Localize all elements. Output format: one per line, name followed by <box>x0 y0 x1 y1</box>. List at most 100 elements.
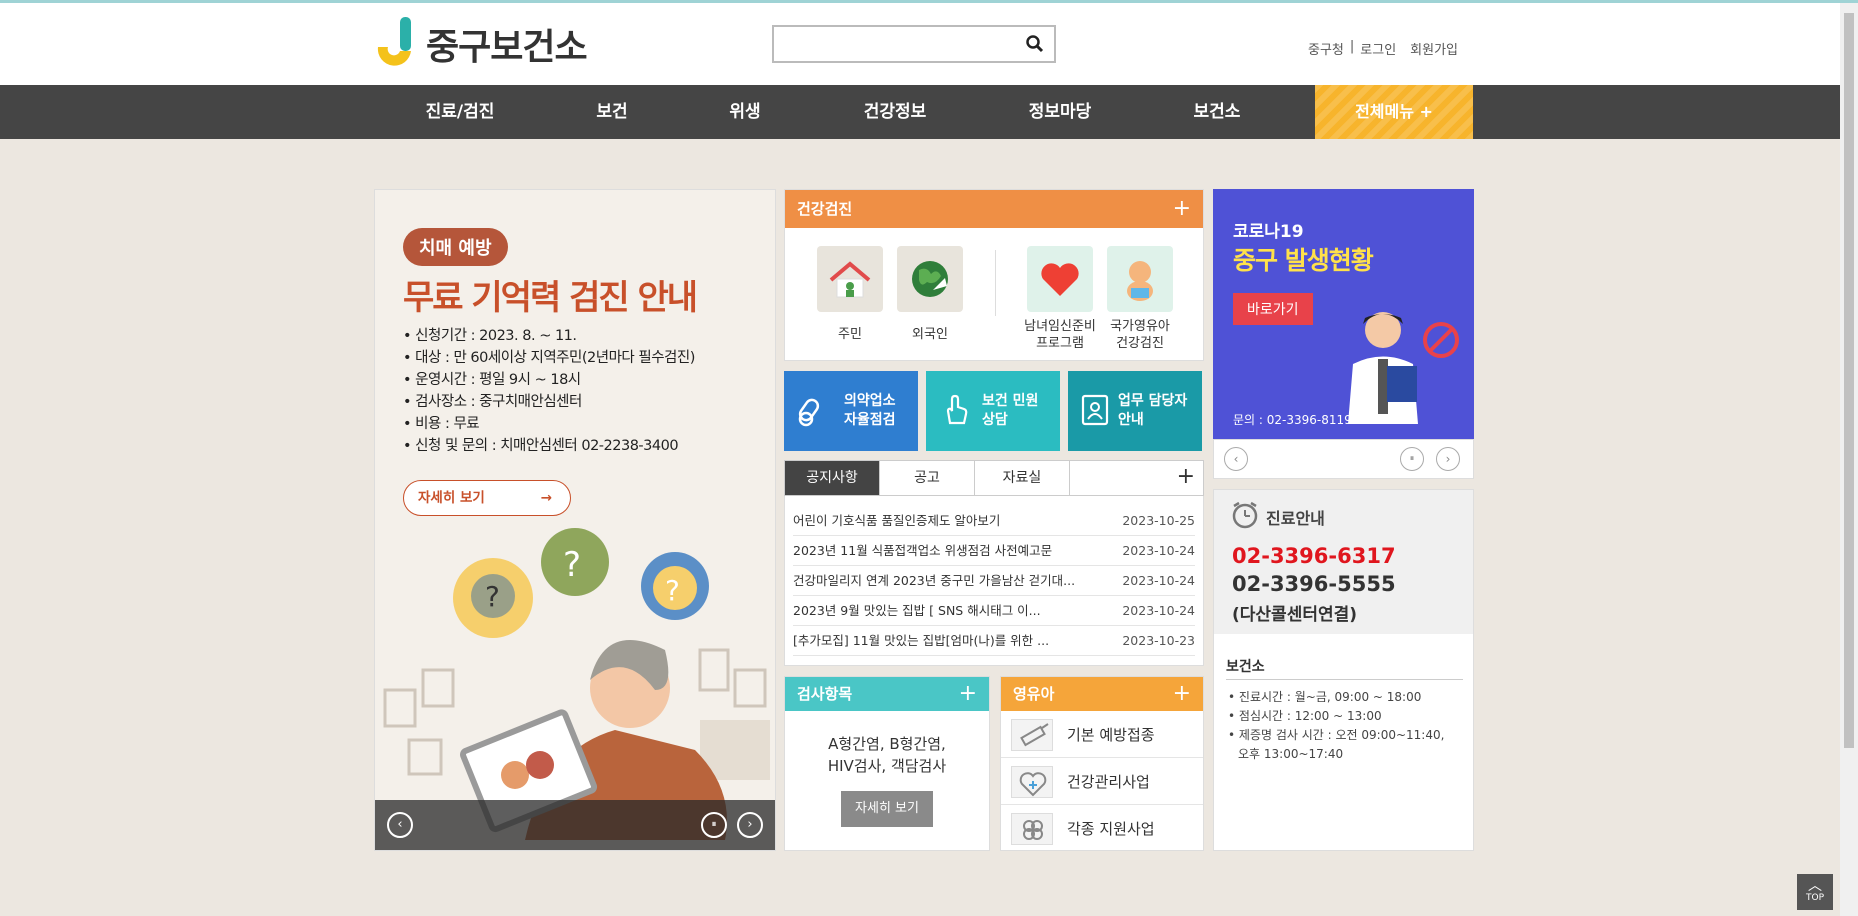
logo-text: 중구보건소 <box>426 27 588 68</box>
banner-badge: 치매 예방 <box>403 228 508 266</box>
clinic-section-title: 보건소 <box>1226 656 1463 680</box>
heart-icon[interactable] <box>1027 246 1093 312</box>
inspection-header: 검사항목 + <box>785 677 989 711</box>
globe-icon[interactable] <box>897 246 963 312</box>
staff-contact-button[interactable]: 업무 담당자 안내 <box>1068 371 1202 451</box>
site-logo[interactable]: 중구보건소 <box>374 17 588 71</box>
health-civil-consult-button[interactable]: 보건 민원 상담 <box>926 371 1060 451</box>
infant-card: 영유아 + 기본 예방접종 건강관리사업 각종 지원사업 <box>1000 676 1204 851</box>
inspection-line: HIV검사, 객담검사 <box>827 757 947 775</box>
scrollbar-thumb[interactable] <box>1844 13 1854 748</box>
list-item[interactable]: 각종 지원사업 <box>1001 805 1203 852</box>
covid-next-button[interactable]: › <box>1436 447 1460 471</box>
notice-title: 어린이 기호식품 품질인증제도 알아보기 <box>793 513 1001 528</box>
svg-text:?: ? <box>665 574 680 607</box>
util-divider: | <box>1349 39 1355 54</box>
notice-date: 2023-10-24 <box>1122 573 1195 588</box>
nav-item-info-plaza[interactable]: 정보마당 <box>1010 85 1110 139</box>
all-menu-button[interactable]: 전체메뉴 + <box>1315 85 1473 139</box>
inspection-title: 검사항목 <box>797 685 853 703</box>
banner-line: 비용 : 무료 <box>403 413 695 435</box>
quick-label: 보건 민원 상담 <box>982 393 1039 428</box>
clinic-hours-line: 오후 13:00~17:40 <box>1228 745 1444 764</box>
clinic-hours-text: 점심시간 : 12:00 ~ 13:00 <box>1238 709 1382 723</box>
banner-pause-button[interactable]: ⏸ <box>701 812 727 838</box>
covid-controls: ‹ ⏸ › <box>1213 439 1474 479</box>
link-junggu-office[interactable]: 중구청 <box>1308 39 1344 58</box>
search-icon[interactable] <box>1024 33 1046 55</box>
scroll-top-button[interactable]: ︿ TOP <box>1797 874 1833 910</box>
clinic-info-card: 진료안내 02-3396-6317 02-3396-5555 (다산콜센터연결)… <box>1213 489 1474 851</box>
covid-pause-button[interactable]: ⏸ <box>1400 447 1424 471</box>
covid-line1: 코로나19 <box>1233 222 1304 242</box>
nav-item-health-center[interactable]: 보건소 <box>1177 85 1257 139</box>
link-login[interactable]: 로그인 <box>1360 39 1396 58</box>
doctor-illustration <box>1348 312 1459 424</box>
inspection-plus-icon[interactable]: + <box>959 677 977 711</box>
phone-number-primary[interactable]: 02-3396-6317 <box>1232 544 1396 568</box>
svg-text:?: ? <box>485 580 500 613</box>
tab-notices[interactable]: 공지사항 <box>785 461 880 495</box>
health-check-plus-icon[interactable]: + <box>1173 190 1191 228</box>
heart-plus-icon <box>1011 766 1053 798</box>
home-icon[interactable] <box>817 246 883 312</box>
link-signup[interactable]: 회원가입 <box>1410 39 1458 58</box>
health-check-infant-label[interactable]: 국가영유아 건강검진 <box>1095 318 1185 352</box>
phone-note: (다산콜센터연결) <box>1232 605 1358 625</box>
logo-icon <box>374 17 416 71</box>
clinic-top: 진료안내 02-3396-6317 02-3396-5555 (다산콜센터연결) <box>1214 490 1473 634</box>
infant-plus-icon[interactable]: + <box>1173 677 1191 711</box>
list-item[interactable]: [추가모집] 11월 맛있는 집밥[엄마(나)를 위한 ... 2023-10-2… <box>793 626 1195 656</box>
notice-plus-icon[interactable]: + <box>1177 461 1195 493</box>
list-item[interactable]: 2023년 9월 맛있는 집밥 [ SNS 해시태그 이... 2023-10-2… <box>793 596 1195 626</box>
inspection-more-button[interactable]: 자세히 보기 <box>841 791 933 827</box>
covid-prev-button[interactable]: ‹ <box>1224 447 1248 471</box>
banner-prev-button[interactable]: ‹ <box>387 812 413 838</box>
pill-icon <box>796 397 826 427</box>
header: 중구보건소 중구청 | 로그인 회원가입 <box>0 3 1840 85</box>
tab-announcements[interactable]: 공고 <box>880 461 975 495</box>
covid-banner[interactable]: 코로나19 중구 발생현황 바로가기 문의 : 02-3396-8119 <box>1213 189 1474 439</box>
phone-number-secondary[interactable]: 02-3396-5555 <box>1232 572 1396 596</box>
list-item[interactable]: 2023년 11월 식품접객업소 위생점검 사전예고문 2023-10-24 <box>793 536 1195 566</box>
tab-resources[interactable]: 자료실 <box>975 461 1070 495</box>
banner-next-button[interactable]: › <box>737 812 763 838</box>
banner-line: 신청기간 : 2023. 8. ~ 11. <box>403 325 695 347</box>
notice-date: 2023-10-24 <box>1122 543 1195 558</box>
clinic-title: 진료안내 <box>1266 509 1325 528</box>
nav-item-clinic[interactable]: 진료/검진 <box>410 85 510 139</box>
list-item[interactable]: 어린이 기호식품 품질인증제도 알아보기 2023-10-25 <box>793 506 1195 536</box>
quick-label: 의약업소 자율점검 <box>844 393 896 428</box>
health-check-pregnancy-label[interactable]: 남녀임신준비 프로그램 <box>1015 318 1105 352</box>
nav-item-health-info[interactable]: 건강정보 <box>845 85 945 139</box>
health-check-header: 건강검진 + <box>785 190 1203 228</box>
baby-icon[interactable] <box>1107 246 1173 312</box>
covid-go-button[interactable]: 바로가기 <box>1233 293 1313 325</box>
covid-contact: 문의 : 02-3396-8119 <box>1233 413 1352 427</box>
nav-item-hygiene[interactable]: 위생 <box>705 85 785 139</box>
clinic-hours-line: • 제증명 검사 시간 : 오전 09:00~11:40, <box>1228 728 1445 742</box>
notice-title: [추가모집] 11월 맛있는 집밥[엄마(나)를 위한 ... <box>793 633 1050 648</box>
banner-line: 대상 : 만 60세이상 지역주민(2년마다 필수검진) <box>403 347 695 369</box>
list-item[interactable]: 기본 예방접종 <box>1001 711 1203 758</box>
clinic-hours-line: • 진료시간 : 월~금, 09:00 ~ 18:00 <box>1228 690 1422 704</box>
clinic-hours: • 진료시간 : 월~금, 09:00 ~ 18:00 • 점심시간 : 12:… <box>1228 688 1444 764</box>
list-item[interactable]: 건강관리사업 <box>1001 758 1203 805</box>
divider <box>995 250 996 316</box>
search-box <box>772 25 1056 63</box>
nav-item-health[interactable]: 보건 <box>572 85 652 139</box>
main-banner[interactable]: 치매 예방 무료 기억력 검진 안내 신청기간 : 2023. 8. ~ 11.… <box>374 189 776 851</box>
health-check-foreigner-label[interactable]: 외국인 <box>885 326 975 343</box>
banner-controls: ‹ ⏸ › <box>375 800 775 850</box>
scroll-top-label: TOP <box>1805 893 1824 903</box>
search-input[interactable] <box>774 27 1014 61</box>
arrow-right-icon: → <box>540 490 552 506</box>
banner-more-button[interactable]: 자세히 보기 → <box>403 480 571 516</box>
notice-title: 건강마일리지 연계 2023년 중구민 가을남산 걷기대... <box>793 573 1076 588</box>
pharmacy-self-check-button[interactable]: 의약업소 자율점검 <box>784 371 918 451</box>
list-item[interactable]: 건강마일리지 연계 2023년 중구민 가을남산 걷기대... 2023-10-2… <box>793 566 1195 596</box>
scrollbar[interactable] <box>1840 3 1858 916</box>
health-check-resident-label[interactable]: 주민 <box>805 326 895 343</box>
svg-text:?: ? <box>563 545 581 585</box>
clinic-hours-line: • 점심시간 : 12:00 ~ 13:00 <box>1228 709 1382 723</box>
